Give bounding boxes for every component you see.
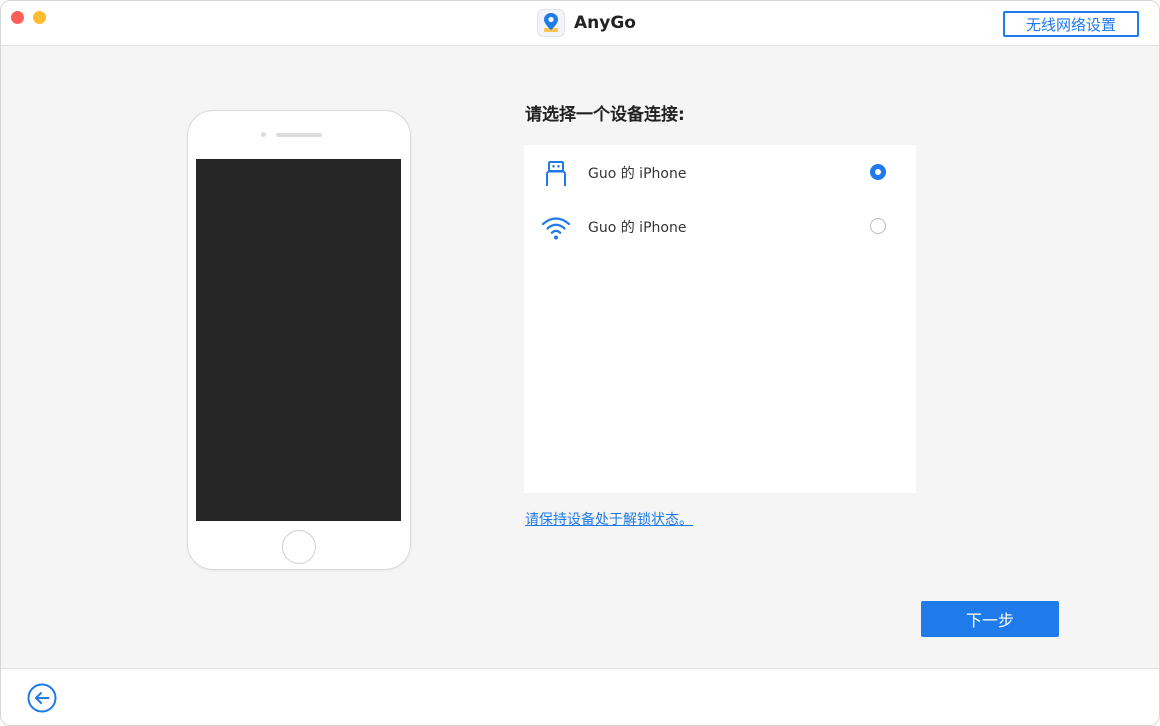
- app-title: AnyGo: [537, 9, 636, 37]
- device-radio-selected[interactable]: [870, 164, 886, 180]
- device-name: Guo 的 iPhone: [588, 166, 687, 182]
- footer-bar: [1, 668, 1159, 725]
- device-list: Guo 的 iPhone Guo 的 iPhone: [524, 145, 916, 493]
- device-name: Guo 的 iPhone: [588, 220, 687, 236]
- arrow-left-circle-icon[interactable]: [27, 683, 57, 713]
- wifi-icon: [541, 213, 571, 243]
- map-pin-icon: [537, 9, 565, 37]
- close-window-button[interactable]: [11, 11, 24, 24]
- next-button[interactable]: 下一步: [921, 601, 1059, 637]
- device-radio-unselected[interactable]: [870, 218, 886, 234]
- device-option-wifi[interactable]: Guo 的 iPhone: [524, 203, 916, 253]
- device-select-prompt: 请选择一个设备连接:: [525, 105, 685, 125]
- phone-illustration: [187, 110, 411, 570]
- phone-speaker: [276, 133, 322, 137]
- device-option-usb[interactable]: Guo 的 iPhone: [524, 149, 916, 199]
- wifi-settings-button[interactable]: 无线网络设置: [1003, 11, 1139, 37]
- usb-cable-icon: [541, 159, 571, 189]
- unlock-hint-link[interactable]: 请保持设备处于解锁状态。: [525, 509, 693, 529]
- phone-screen: [196, 159, 401, 521]
- title-bar: AnyGo 无线网络设置: [1, 1, 1159, 46]
- phone-camera: [261, 132, 266, 137]
- phone-home-button: [282, 530, 316, 564]
- app-name: AnyGo: [574, 13, 636, 33]
- app-window: AnyGo 无线网络设置 请选择一个设备连接: Guo 的 iPhone Guo…: [0, 0, 1160, 726]
- minimize-window-button[interactable]: [33, 11, 46, 24]
